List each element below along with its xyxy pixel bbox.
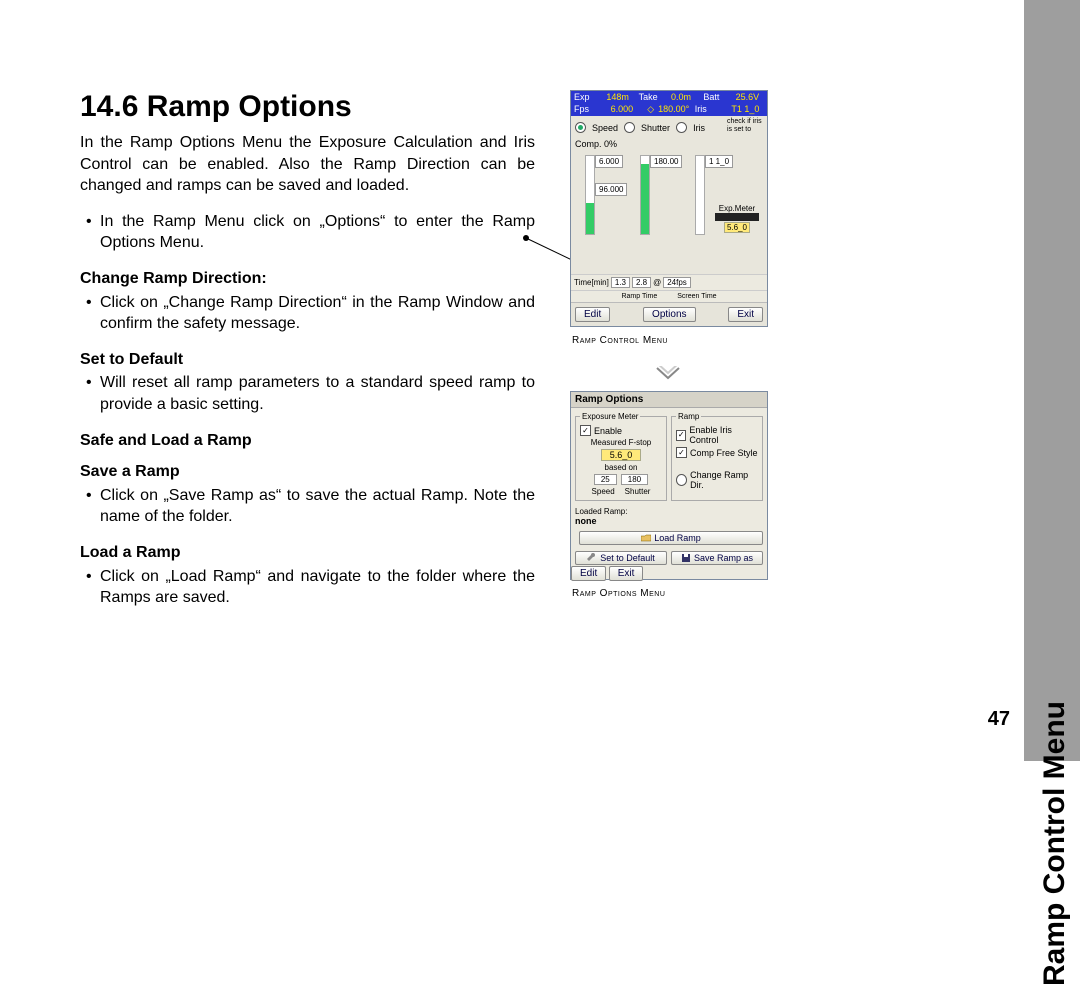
rcm-options-button[interactable]: Options [643,307,695,322]
rom-loaded-label: Loaded Ramp: [575,507,763,516]
rcm-slider2-value[interactable]: 180.00 [650,155,682,168]
rcm-exit-button[interactable]: Exit [728,307,763,322]
side-tab: Ramp Control Menu [1024,0,1080,761]
page-number: 47 [988,708,1010,731]
rom-bottom-buttons: Edit Exit [571,568,767,579]
rom-based-label: based on [580,463,662,472]
save-icon [681,553,691,563]
radio-shutter[interactable] [624,122,635,133]
rcm-exp-value: 148m [606,92,634,102]
rcm-slider3-value[interactable]: 1 1_0 [705,155,733,168]
rom-loaded-ramp: Loaded Ramp: none [571,505,767,528]
rom-speed-shutter-pair: 25 180 [580,474,662,485]
rcm-screen-time[interactable]: 2.8 [632,277,651,288]
rcm-time-label: Time[min] [574,278,609,287]
rcm-at-fps[interactable]: 24fps [663,277,691,288]
rom-ramp-legend: Ramp [676,412,701,421]
rcm-take-value: 0.0m [671,92,699,102]
rcm-expmeter-value: 5.6_0 [724,222,750,233]
rcm-shutter-value: 180.00° [658,104,691,115]
rom-title: Ramp Options [571,392,767,408]
rcm-speed-label: Speed [592,123,618,133]
figure-column: Exp 148m Take 0.0m Batt 25.6V Fps 6.000 … [570,90,790,619]
caption-ramp-options: Ramp Options Menu [572,588,790,599]
rcm-status-row1: Exp 148m Take 0.0m Batt 25.6V [571,91,767,103]
bullet-change-direction: Click on „Change Ramp Direction“ in the … [80,292,535,335]
rcm-slider1-value2[interactable]: 96.000 [595,183,627,196]
rom-comp-free-check[interactable]: ✓Comp Free Style [676,447,758,458]
heading-save-ramp: Save a Ramp [80,461,535,483]
rcm-comp: Comp. 0% [575,139,763,149]
rom-exposure-group: Exposure Meter ✓Enable Measured F-stop 5… [575,412,667,501]
rom-exposure-legend: Exposure Meter [580,412,640,421]
heading-safe-load: Safe and Load a Ramp [80,430,535,452]
rom-save-button[interactable]: Save Ramp as [671,551,763,565]
wrench-icon [587,553,597,563]
rom-default-button[interactable]: Set to Default [575,551,667,565]
rcm-fps-label: Fps [574,104,607,115]
rcm-take-label: Take [639,92,667,102]
document-page: Ramp Control Menu 47 14.6 Ramp Options I… [0,0,1080,761]
folder-open-icon [641,533,651,543]
rom-loaded-value: none [575,516,763,526]
bullet-save-ramp: Click on „Save Ramp as“ to save the actu… [80,485,535,528]
rcm-iris-label: Iris [695,104,728,115]
rom-speed-value[interactable]: 25 [594,474,617,485]
heading-load-ramp: Load a Ramp [80,542,535,564]
heading-change-direction: Change Ramp Direction: [80,268,535,290]
rom-edit-button[interactable]: Edit [571,566,606,581]
rcm-bottom-buttons: Edit Options Exit [571,302,767,326]
rom-load-row: Load Ramp [571,528,767,548]
rcm-time-sublabels: Ramp Time Screen Time [571,290,767,302]
rcm-status-row2: Fps 6.000 ◇ 180.00° Iris T1 1_0 [571,103,767,116]
rcm-exp-label: Exp [574,92,602,102]
rcm-ramp-time[interactable]: 1.3 [611,277,630,288]
heading-set-default: Set to Default [80,349,535,371]
bullet-set-default: Will reset all ramp parameters to a stan… [80,372,535,415]
rcm-expmeter-label: Exp.Meter [715,204,759,213]
rom-change-dir-button[interactable]: Change Ramp Dir. [676,470,758,490]
rcm-batt-value: 25.6V [736,92,764,102]
rom-groups: Exposure Meter ✓Enable Measured F-stop 5… [571,408,767,505]
side-tab-title: Ramp Control Menu [1038,701,1072,986]
screenshot-ramp-options-menu: Ramp Options Exposure Meter ✓Enable Meas… [570,391,768,580]
radio-iris[interactable] [676,122,687,133]
rcm-t-value: T1 1_0 [731,104,764,115]
bullet-options: In the Ramp Menu click on „Options“ to e… [80,211,535,254]
rom-fstop-value: 5.6_0 [601,449,642,461]
bullet-load-ramp: Click on „Load Ramp“ and navigate to the… [80,566,535,609]
rom-enable-iris-check[interactable]: ✓Enable Iris Control [676,425,758,445]
rcm-fps-value: 6.000 [611,104,644,115]
rcm-shutter-label: Shutter [641,123,670,133]
intro-paragraph: In the Ramp Options Menu the Exposure Ca… [80,132,535,197]
rcm-iris-label2: Iris [693,123,705,133]
rom-shutter-value[interactable]: 180 [621,474,648,485]
rom-ramp-group: Ramp ✓Enable Iris Control ✓Comp Free Sty… [671,412,763,501]
rcm-slider1-value[interactable]: 6.000 [595,155,623,168]
rom-measured-label: Measured F-stop [580,438,662,447]
rcm-batt-label: Batt [703,92,731,102]
rcm-exp-meter: Exp.Meter 5.6_0 [715,204,759,233]
rcm-edit-button[interactable]: Edit [575,307,610,322]
rom-default-save-row: Set to Default Save Ramp as [571,548,767,568]
rcm-main-area: Speed Shutter Iris check if iris is set … [571,116,767,274]
screenshot-ramp-control-menu: Exp 148m Take 0.0m Batt 25.6V Fps 6.000 … [570,90,768,327]
rom-load-button[interactable]: Load Ramp [579,531,763,545]
rcm-time-row: Time[min] 1.3 2.8 @ 24fps [571,274,767,290]
body-text-column: In the Ramp Options Menu the Exposure Ca… [80,132,535,609]
rom-exit-button[interactable]: Exit [609,566,644,581]
rcm-iris-note: check if iris is set to [727,118,763,133]
chevron-down-icon [570,366,766,385]
radio-speed[interactable] [575,122,586,133]
caption-ramp-control: Ramp Control Menu [572,335,790,346]
rom-enable-check[interactable]: ✓Enable [580,425,662,436]
rcm-sliders: 6.000 180.00 1 1_0 96.000 Exp.Meter 5.6_… [575,155,763,235]
